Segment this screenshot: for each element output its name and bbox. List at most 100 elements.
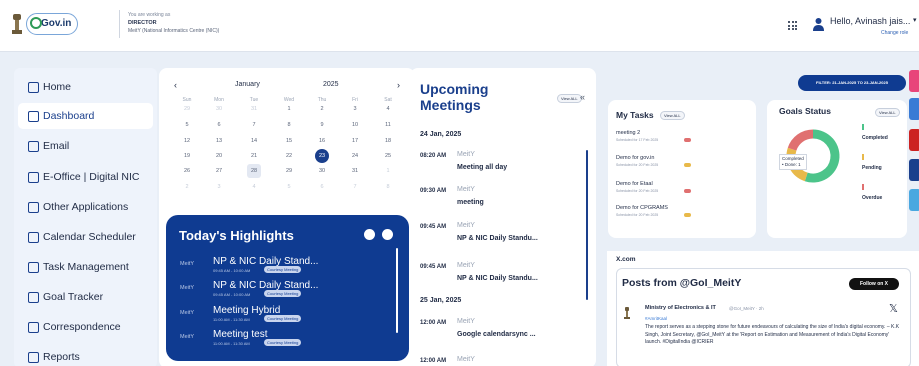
goal-legend-label: Pending: [862, 165, 882, 171]
meeting-title[interactable]: meeting: [457, 199, 484, 206]
calendar-day[interactable]: 4: [247, 180, 261, 194]
calendar-day[interactable]: 3: [348, 102, 362, 116]
calendar-day[interactable]: 2: [180, 180, 194, 194]
calendar-day[interactable]: 12: [180, 134, 194, 148]
highlight-title[interactable]: Meeting test: [213, 329, 267, 340]
sidebar-item-other-applications[interactable]: Other Applications: [18, 194, 153, 220]
calendar-day[interactable]: 6: [212, 118, 226, 132]
calendar-day[interactable]: 10: [348, 118, 362, 132]
user-avatar-icon[interactable]: [812, 17, 825, 32]
side-shortcut-tab[interactable]: [909, 98, 919, 120]
calendar-next-button[interactable]: ›: [397, 80, 400, 90]
highlights-scrollbar[interactable]: [396, 248, 398, 333]
sidebar-item-task-management[interactable]: Task Management: [18, 254, 153, 280]
task-name[interactable]: Demo for gov.in: [616, 155, 654, 161]
x-logo-icon[interactable]: 𝕏: [889, 302, 898, 315]
collapse-icon[interactable]: «: [580, 92, 585, 102]
document-icon: [28, 321, 39, 333]
calendar-day[interactable]: 20: [212, 149, 226, 163]
calendar-day[interactable]: 25: [381, 149, 395, 163]
highlight-org: MeitY: [180, 285, 195, 291]
side-shortcut-tab[interactable]: [909, 129, 919, 151]
calendar-day[interactable]: 13: [212, 134, 226, 148]
calendar-day[interactable]: 18: [381, 134, 395, 148]
side-shortcut-tab[interactable]: [909, 70, 919, 92]
post-author[interactable]: Ministry of Electronics & IT: [645, 305, 716, 311]
calendar-prev-button[interactable]: ‹: [174, 80, 177, 90]
calendar-day[interactable]: 8: [381, 180, 395, 194]
calendar-day[interactable]: 21: [247, 149, 261, 163]
calendar-day[interactable]: 19: [180, 149, 194, 163]
sidebar-item-calendar-scheduler[interactable]: Calendar Scheduler: [18, 224, 153, 250]
sidebar-item-dashboard[interactable]: Dashboard: [18, 103, 153, 129]
download-icon[interactable]: [382, 229, 393, 240]
sidebar-item-home[interactable]: Home: [18, 74, 153, 100]
calendar-day[interactable]: 3: [212, 180, 226, 194]
calendar-day[interactable]: 4: [381, 102, 395, 116]
calendar-day[interactable]: 5: [180, 118, 194, 132]
calendar-day[interactable]: 24: [348, 149, 362, 163]
calendar-day[interactable]: 29: [282, 164, 296, 178]
calendar-day[interactable]: 22: [282, 149, 296, 163]
govin-logo[interactable]: Gov.in: [26, 13, 78, 35]
meeting-org: MeitY: [457, 222, 475, 229]
sidebar-item-correspondence[interactable]: Correspondence: [18, 314, 153, 340]
meeting-title[interactable]: Meeting all day: [457, 164, 507, 171]
user-greeting[interactable]: Hello, Avinash jais...: [830, 16, 910, 26]
change-role-link[interactable]: Change role: [881, 30, 908, 36]
date-filter-button[interactable]: FILTER: 21-JAN-2025 TO 23-JAN-2025: [798, 75, 906, 91]
sidebar-item-goal-tracker[interactable]: Goal Tracker: [18, 284, 153, 310]
calendar-day[interactable]: 6: [315, 180, 329, 194]
side-shortcut-tab[interactable]: [909, 189, 919, 211]
post-handle[interactable]: @GoI_MeitY · 2h: [729, 306, 764, 311]
donut-slice-completed[interactable]: [804, 129, 840, 183]
calendar-day[interactable]: 14: [247, 134, 261, 148]
calendar-day[interactable]: 28: [247, 164, 261, 178]
calendar-day[interactable]: 30: [212, 102, 226, 116]
meeting-time: 12:00 AM: [420, 320, 447, 326]
apps-grid-icon[interactable]: [788, 21, 797, 30]
calendar-day[interactable]: 2: [315, 102, 329, 116]
sidebar-item-reports[interactable]: Reports: [18, 344, 153, 366]
calendar-day[interactable]: 7: [247, 118, 261, 132]
calendar-day[interactable]: 17: [348, 134, 362, 148]
donut-slice-overdue[interactable]: [787, 129, 814, 151]
sidebar-item-email[interactable]: Email: [18, 133, 153, 159]
play-icon[interactable]: [364, 229, 375, 240]
task-name[interactable]: Demo for CPGRAMS: [616, 205, 668, 211]
meeting-title[interactable]: NP & NIC Daily Standu...: [457, 275, 538, 282]
calendar-day[interactable]: 1: [282, 102, 296, 116]
sidebar-item-e-office-digital-nic[interactable]: E-Office | Digital NIC: [18, 164, 153, 190]
side-shortcut-tab[interactable]: [909, 159, 919, 181]
chevron-down-icon[interactable]: ▾: [913, 16, 917, 24]
calendar-day[interactable]: 27: [212, 164, 226, 178]
calendar-day[interactable]: 23: [315, 149, 329, 163]
follow-on-x-button[interactable]: Follow on X: [849, 278, 899, 290]
goals-view-all-button[interactable]: View ALL: [875, 108, 900, 117]
post-hashtag[interactable]: #AmritKaal: [645, 316, 667, 321]
calendar-day[interactable]: 26: [180, 164, 194, 178]
calendar-day[interactable]: 31: [247, 102, 261, 116]
meeting-org: MeitY: [457, 151, 475, 158]
calendar-day[interactable]: 11: [381, 118, 395, 132]
meeting-title[interactable]: Google calendarsync ...: [457, 331, 536, 338]
calendar-day[interactable]: 9: [315, 118, 329, 132]
task-priority-flag: [684, 138, 691, 142]
calendar-day[interactable]: 31: [348, 164, 362, 178]
meeting-title[interactable]: NP & NIC Daily Standu...: [457, 235, 538, 242]
calendar-day[interactable]: 8: [282, 118, 296, 132]
tasks-view-all-button[interactable]: View ALL: [660, 111, 685, 120]
calendar-day[interactable]: 29: [180, 102, 194, 116]
calendar-day[interactable]: 15: [282, 134, 296, 148]
calendar-year[interactable]: 2025: [323, 81, 339, 88]
upcoming-scrollbar[interactable]: [586, 150, 588, 300]
calendar-day[interactable]: 7: [348, 180, 362, 194]
task-name[interactable]: Demo for Etaal: [616, 181, 653, 187]
task-name[interactable]: meeting 2: [616, 130, 640, 136]
calendar-month[interactable]: January: [235, 81, 260, 88]
calendar-day[interactable]: 1: [381, 164, 395, 178]
calendar-day[interactable]: 30: [315, 164, 329, 178]
calendar-day[interactable]: 5: [282, 180, 296, 194]
calendar-day[interactable]: 16: [315, 134, 329, 148]
upcoming-view-all-button[interactable]: View ALL: [557, 94, 582, 103]
